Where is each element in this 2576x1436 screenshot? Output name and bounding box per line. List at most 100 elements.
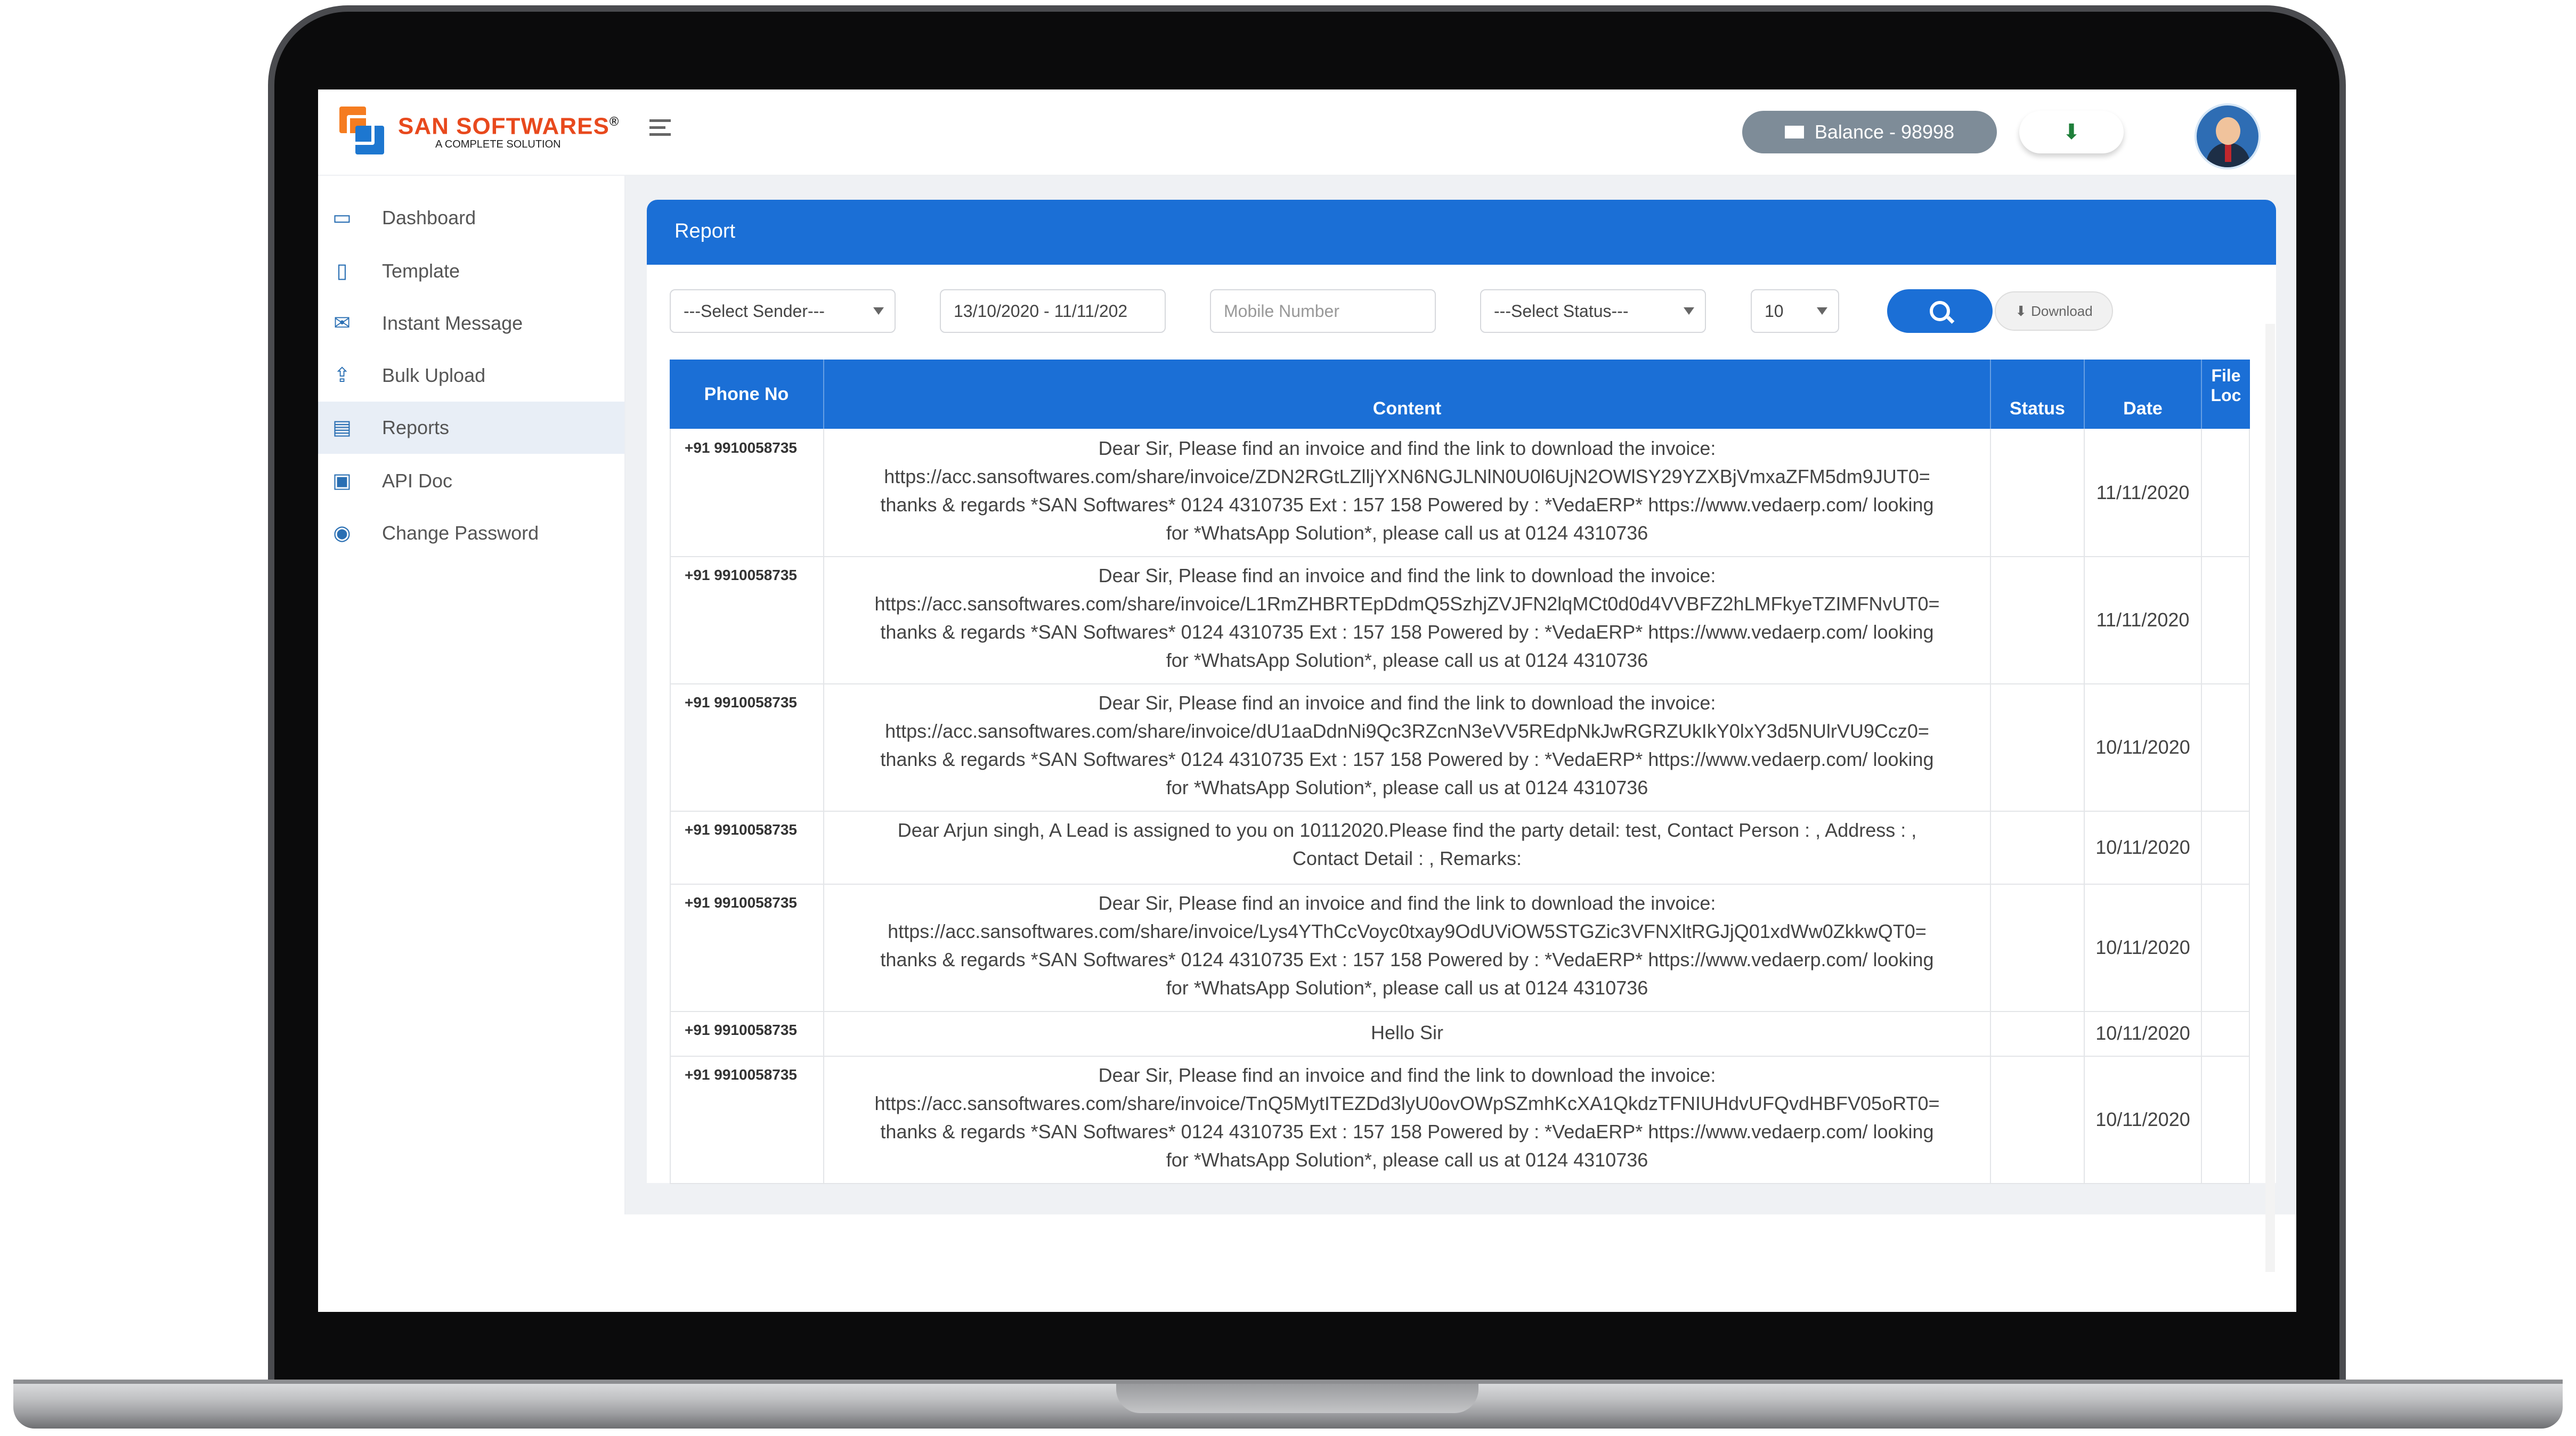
date-cell: 10/11/2020: [2085, 683, 2202, 811]
column-header-file-loc[interactable]: File Loc: [2202, 360, 2250, 429]
file-loc-cell: [2202, 683, 2250, 811]
content-line: thanks & regards *SAN Softwares* 0124 43…: [880, 621, 1934, 643]
chevron-down-icon: [1684, 307, 1694, 315]
date-cell: 10/11/2020: [2085, 811, 2202, 884]
content-line: for *WhatsApp Solution*, please call us …: [1166, 522, 1648, 544]
column-header-content[interactable]: Content: [824, 360, 1991, 429]
sender-select[interactable]: ---Select Sender---: [670, 289, 896, 333]
laptop-notch: [1116, 1384, 1478, 1413]
status-cell: [1991, 1011, 2085, 1056]
file-loc-cell: [2202, 429, 2250, 556]
sidebar-item-instant-message[interactable]: ✉ Instant Message: [318, 297, 624, 349]
file-loc-cell: [2202, 1056, 2250, 1183]
search-icon: [1930, 301, 1950, 321]
content-line: https://acc.sansoftwares.com/share/invoi…: [884, 466, 1930, 487]
file-loc-cell: [2202, 1011, 2250, 1056]
content-line: thanks & regards *SAN Softwares* 0124 43…: [880, 949, 1934, 970]
logo-title: SAN SOFTWARES®: [398, 113, 620, 140]
page-title: Report: [675, 220, 736, 242]
chevron-down-icon: [1817, 307, 1827, 315]
content-line: https://acc.sansoftwares.com/share/invoi…: [874, 1092, 1940, 1114]
date-cell: 10/11/2020: [2085, 1011, 2202, 1056]
column-header-file-loc-line2: Loc: [2211, 386, 2241, 405]
upload-icon: ⇪: [334, 364, 351, 387]
content-line: Dear Sir, Please find an invoice and fin…: [1098, 892, 1716, 914]
sidebar-item-reports[interactable]: ▤ Reports: [318, 402, 624, 454]
column-header-status[interactable]: Status: [1991, 360, 2085, 429]
table-row[interactable]: +91 9910058735 Dear Sir, Please find an i…: [670, 683, 2250, 812]
download-report-button[interactable]: ⬇ Download: [1995, 291, 2113, 331]
sender-select-value: ---Select Sender---: [684, 301, 825, 321]
phone-cell: +91 9910058735: [670, 1056, 824, 1183]
file-loc-cell: [2202, 884, 2250, 1011]
file-loc-cell: [2202, 556, 2250, 683]
sidebar-item-api-doc[interactable]: ▣ API Doc: [318, 455, 624, 507]
search-button[interactable]: [1887, 289, 1993, 333]
content-line: thanks & regards *SAN Softwares* 0124 43…: [880, 1121, 1934, 1143]
monitor-icon: ▭: [332, 207, 352, 229]
lock-icon: ◉: [333, 522, 351, 544]
date-range-input[interactable]: 13/10/2020 - 11/11/202: [940, 289, 1166, 333]
date-cell: 11/11/2020: [2085, 429, 2202, 556]
table-row[interactable]: +91 9910058735 Dear Sir, Please find an i…: [670, 556, 2250, 684]
app-screen: SAN SOFTWARES® A COMPLETE SOLUTION Balan…: [318, 89, 2296, 1312]
table-row[interactable]: +91 9910058735 Dear Sir, Please find an i…: [670, 429, 2250, 557]
download-report-label: Download: [2031, 303, 2093, 319]
sidebar-item-dashboard[interactable]: ▭ Dashboard: [318, 192, 624, 244]
status-select[interactable]: ---Select Status---: [1480, 289, 1706, 333]
content-line: thanks & regards *SAN Softwares* 0124 43…: [880, 494, 1934, 516]
sidebar-item-label: Instant Message: [382, 312, 523, 334]
content-cell: Dear Sir, Please find an invoice and fin…: [824, 683, 1991, 811]
chevron-down-icon: [873, 307, 884, 315]
content-line: thanks & regards *SAN Softwares* 0124 43…: [880, 748, 1934, 770]
column-header-date[interactable]: Date: [2085, 360, 2202, 429]
content-line: https://acc.sansoftwares.com/share/invoi…: [888, 920, 1927, 942]
sidebar-item-label: Dashboard: [382, 207, 476, 229]
table-row[interactable]: +91 9910058735 Dear Arjun singh, A Lead i…: [670, 811, 2250, 885]
balance-badge[interactable]: Balance - 98998: [1742, 111, 1997, 153]
content-line: https://acc.sansoftwares.com/share/invoi…: [885, 720, 1929, 742]
status-cell: [1991, 884, 2085, 1011]
menu-toggle-icon[interactable]: [649, 119, 671, 141]
sidebar-item-bulk-upload[interactable]: ⇪ Bulk Upload: [318, 349, 624, 402]
table-row[interactable]: +91 9910058735 Dear Sir, Please find an i…: [670, 884, 2250, 1012]
document-icon: ▯: [336, 260, 348, 282]
report-icon: ▤: [332, 417, 352, 439]
phone-cell: +91 9910058735: [670, 556, 824, 683]
sidebar-item-label: Bulk Upload: [382, 364, 486, 386]
phone-cell: +91 9910058735: [670, 884, 824, 1011]
status-cell: [1991, 811, 2085, 884]
column-header-phone[interactable]: Phone No: [670, 360, 824, 429]
sidebar-item-change-password[interactable]: ◉ Change Password: [318, 507, 624, 559]
phone-cell: +91 9910058735: [670, 811, 824, 884]
table-row[interactable]: +91 9910058735 Dear Sir, Please find an i…: [670, 1056, 2250, 1184]
date-cell: 10/11/2020: [2085, 884, 2202, 1011]
content-line: Hello Sir: [1370, 1022, 1444, 1043]
user-avatar[interactable]: [2195, 103, 2261, 169]
status-cell: [1991, 683, 2085, 811]
sidebar-item-label: API Doc: [382, 470, 453, 492]
report-header: Report: [647, 200, 2276, 265]
top-bar: SAN SOFTWARES® A COMPLETE SOLUTION Balan…: [318, 89, 2296, 176]
status-cell: [1991, 429, 2085, 556]
table-row[interactable]: +91 9910058735 Hello Sir 10/11/2020: [670, 1011, 2250, 1057]
download-button[interactable]: ⬇: [2019, 111, 2124, 153]
logo-mark-icon: [339, 107, 385, 154]
status-cell: [1991, 556, 2085, 683]
api-icon: ▣: [332, 470, 352, 492]
content-line: Dear Sir, Please find an invoice and fin…: [1098, 1064, 1716, 1086]
scrollbar[interactable]: [2265, 324, 2275, 1272]
mobile-number-input[interactable]: Mobile Number: [1210, 289, 1436, 333]
content-line: for *WhatsApp Solution*, please call us …: [1166, 977, 1648, 999]
sidebar-item-label: Template: [382, 260, 460, 282]
content-line: for *WhatsApp Solution*, please call us …: [1166, 777, 1648, 798]
logo[interactable]: SAN SOFTWARES® A COMPLETE SOLUTION: [339, 107, 619, 154]
content-line: for *WhatsApp Solution*, please call us …: [1166, 1149, 1648, 1171]
date-cell: 10/11/2020: [2085, 1056, 2202, 1183]
date-range-value: 13/10/2020 - 11/11/202: [954, 301, 1128, 321]
content-cell: Dear Sir, Please find an invoice and fin…: [824, 1056, 1991, 1183]
page-size-select[interactable]: 10: [1751, 289, 1839, 333]
content-cell: Hello Sir: [824, 1011, 1991, 1056]
sidebar-item-template[interactable]: ▯ Template: [318, 245, 624, 297]
phone-cell: +91 9910058735: [670, 683, 824, 811]
